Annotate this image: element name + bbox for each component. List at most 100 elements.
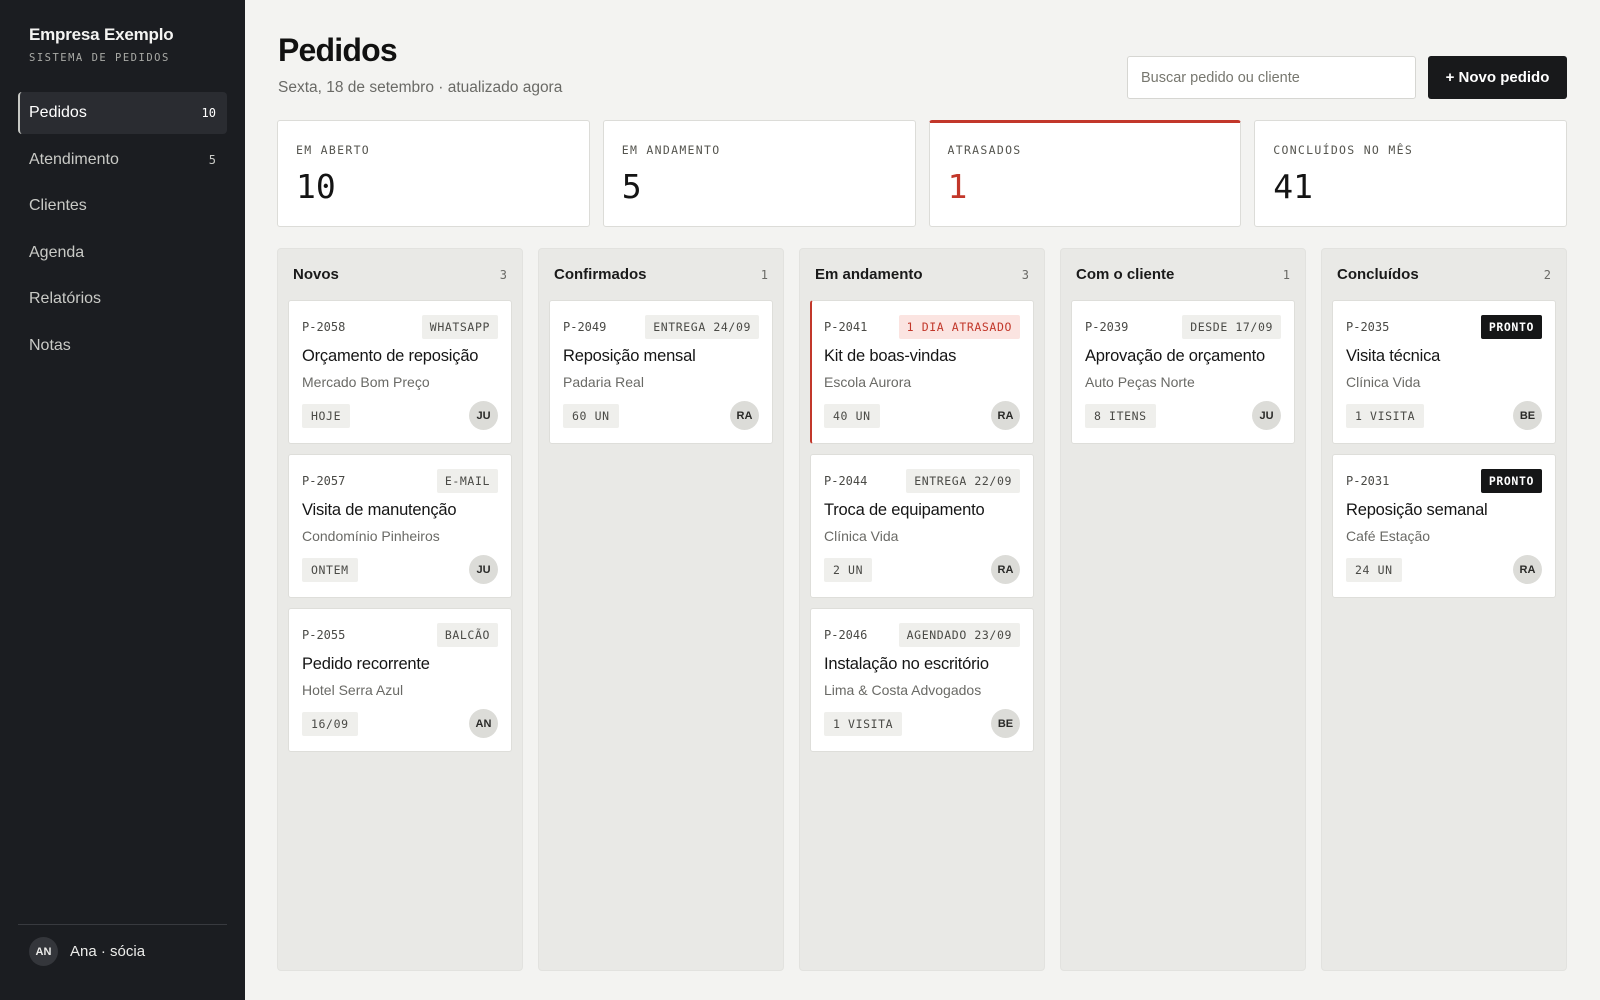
- order-tag: E-MAIL: [436, 469, 498, 493]
- stat-card-em-andamento: EM ANDAMENTO 5: [602, 120, 916, 227]
- order-title: Orçamento de reposição: [302, 347, 479, 365]
- stat-card-em-aberto: EM ABERTO 10: [277, 120, 590, 227]
- order-client: Hotel Serra Azul: [302, 682, 404, 698]
- order-card[interactable]: P-2039 DESDE 17/09 Aprovação de orçament…: [1071, 300, 1295, 444]
- avatar: JU: [469, 401, 498, 430]
- ready-badge: PRONTO: [1480, 315, 1542, 339]
- avatar: JU: [469, 555, 498, 584]
- sidebar: Empresa Exemplo SISTEMA DE PEDIDOS Pedid…: [0, 0, 245, 1000]
- column-title: Concluídos: [1337, 266, 1419, 283]
- sidebar-item-count: 5: [208, 152, 216, 167]
- order-tag: AGENDADO 23/09: [898, 623, 1020, 647]
- page-title: Pedidos: [278, 32, 398, 68]
- order-client: Auto Peças Norte: [1085, 374, 1195, 390]
- board-column-confirmados: Confirmados 1 P-2049 ENTREGA 24/09 Repos…: [538, 248, 784, 971]
- board-column-novos: Novos 3 P-2058 WHATSAPP Orçamento de rep…: [277, 248, 523, 971]
- column-count: 1: [1282, 267, 1290, 282]
- order-tag: WHATSAPP: [421, 315, 498, 339]
- column-count: 3: [1021, 267, 1029, 282]
- stat-card-concluidos: CONCLUÍDOS NO MÊS 41: [1254, 120, 1567, 227]
- sidebar-item-label: Atendimento: [29, 150, 119, 168]
- order-client: Lima & Costa Advogados: [824, 682, 982, 698]
- search-input[interactable]: [1127, 56, 1416, 99]
- order-card[interactable]: P-2035 PRONTO Visita técnica Clínica Vid…: [1332, 300, 1556, 444]
- order-meta: HOJE: [302, 403, 351, 428]
- main-content: Pedidos Sexta, 18 de setembro · atualiza…: [245, 0, 1600, 1000]
- brand: Empresa Exemplo SISTEMA DE PEDIDOS: [29, 25, 174, 64]
- order-meta: 40 UN: [824, 403, 880, 428]
- order-client: Clínica Vida: [1346, 374, 1421, 390]
- order-title: Instalação no escritório: [824, 655, 989, 673]
- order-id: P-2046: [824, 628, 868, 642]
- sidebar-item-label: Agenda: [29, 243, 85, 261]
- order-meta: 24 UN: [1346, 557, 1402, 582]
- column-header: Com o cliente 1: [1071, 249, 1295, 300]
- new-order-button[interactable]: + Novo pedido: [1428, 56, 1567, 99]
- column-title: Em andamento: [815, 266, 923, 283]
- order-title: Reposição mensal: [563, 347, 696, 365]
- order-title: Visita de manutenção: [302, 501, 457, 519]
- column-header: Confirmados 1: [549, 249, 773, 300]
- sidebar-item-label: Notas: [29, 336, 71, 354]
- avatar: RA: [730, 401, 759, 430]
- order-id: P-2031: [1346, 474, 1390, 488]
- column-count: 1: [760, 267, 768, 282]
- order-title: Reposição semanal: [1346, 501, 1488, 519]
- page-subtitle: Sexta, 18 de setembro · atualizado agora: [278, 79, 563, 96]
- order-title: Troca de equipamento: [824, 501, 985, 519]
- order-id: P-2057: [302, 474, 346, 488]
- avatar: AN: [469, 709, 498, 738]
- column-title: Confirmados: [554, 266, 647, 283]
- order-card[interactable]: P-2044 ENTREGA 22/09 Troca de equipament…: [810, 454, 1034, 598]
- order-tag: ENTREGA 24/09: [645, 315, 759, 339]
- order-card[interactable]: P-2031 PRONTO Reposição semanal Café Est…: [1332, 454, 1556, 598]
- avatar: AN: [29, 937, 58, 966]
- order-meta: 16/09: [302, 711, 358, 736]
- order-id: P-2039: [1085, 320, 1129, 334]
- sidebar-item-clientes[interactable]: Clientes: [18, 185, 227, 227]
- avatar: JU: [1252, 401, 1281, 430]
- sidebar-item-relatorios[interactable]: Relatórios: [18, 278, 227, 320]
- order-card[interactable]: P-2049 ENTREGA 24/09 Reposição mensal Pa…: [549, 300, 773, 444]
- stat-value: 41: [1273, 167, 1313, 206]
- order-tag: BALCÃO: [436, 623, 498, 647]
- order-tag: DESDE 17/09: [1182, 315, 1281, 339]
- order-card[interactable]: P-2057 E-MAIL Visita de manutenção Condo…: [288, 454, 512, 598]
- order-client: Escola Aurora: [824, 374, 912, 390]
- order-tag: ENTREGA 22/09: [906, 469, 1020, 493]
- column-title: Novos: [293, 266, 339, 283]
- column-title: Com o cliente: [1076, 266, 1175, 283]
- user-menu[interactable]: AN Ana · sócia: [18, 924, 227, 966]
- order-id: P-2058: [302, 320, 346, 334]
- sidebar-item-label: Pedidos: [29, 104, 87, 121]
- order-id: P-2041: [824, 320, 868, 334]
- order-meta: 2 UN: [824, 557, 873, 582]
- order-card[interactable]: P-2046 AGENDADO 23/09 Instalação no escr…: [810, 608, 1034, 752]
- stat-value: 5: [621, 167, 642, 206]
- board-column-com-o-cliente: Com o cliente 1 P-2039 DESDE 17/09 Aprov…: [1060, 248, 1306, 971]
- stat-label: CONCLUÍDOS NO MÊS: [1273, 143, 1414, 157]
- sidebar-item-agenda[interactable]: Agenda: [18, 232, 227, 274]
- order-client: Padaria Real: [563, 374, 644, 390]
- sidebar-item-label: Clientes: [29, 197, 87, 214]
- stats-row: EM ABERTO 10 EM ANDAMENTO 5 ATRASADOS 1 …: [277, 120, 1567, 227]
- order-card[interactable]: P-2058 WHATSAPP Orçamento de reposição M…: [288, 300, 512, 444]
- order-card[interactable]: P-2055 BALCÃO Pedido recorrente Hotel Se…: [288, 608, 512, 752]
- avatar: RA: [1513, 555, 1542, 584]
- column-header: Concluídos 2: [1332, 249, 1556, 300]
- order-card-late[interactable]: P-2041 1 DIA ATRASADO Kit de boas-vindas…: [810, 300, 1034, 444]
- avatar: RA: [991, 401, 1020, 430]
- sidebar-item-pedidos[interactable]: Pedidos 10: [18, 92, 227, 134]
- column-count: 3: [499, 267, 507, 282]
- order-meta: ONTEM: [302, 557, 358, 582]
- order-id: P-2049: [563, 320, 607, 334]
- order-id: P-2044: [824, 474, 868, 488]
- sidebar-item-notas[interactable]: Notas: [18, 325, 227, 367]
- order-id: P-2055: [302, 628, 346, 642]
- order-meta: 1 VISITA: [824, 711, 903, 736]
- board-column-em-andamento: Em andamento 3 P-2041 1 DIA ATRASADO Kit…: [799, 248, 1045, 971]
- order-title: Visita técnica: [1346, 347, 1441, 365]
- column-header: Em andamento 3: [810, 249, 1034, 300]
- sidebar-item-atendimento[interactable]: Atendimento 5: [18, 139, 227, 181]
- order-meta: 8 ITENS: [1085, 403, 1156, 428]
